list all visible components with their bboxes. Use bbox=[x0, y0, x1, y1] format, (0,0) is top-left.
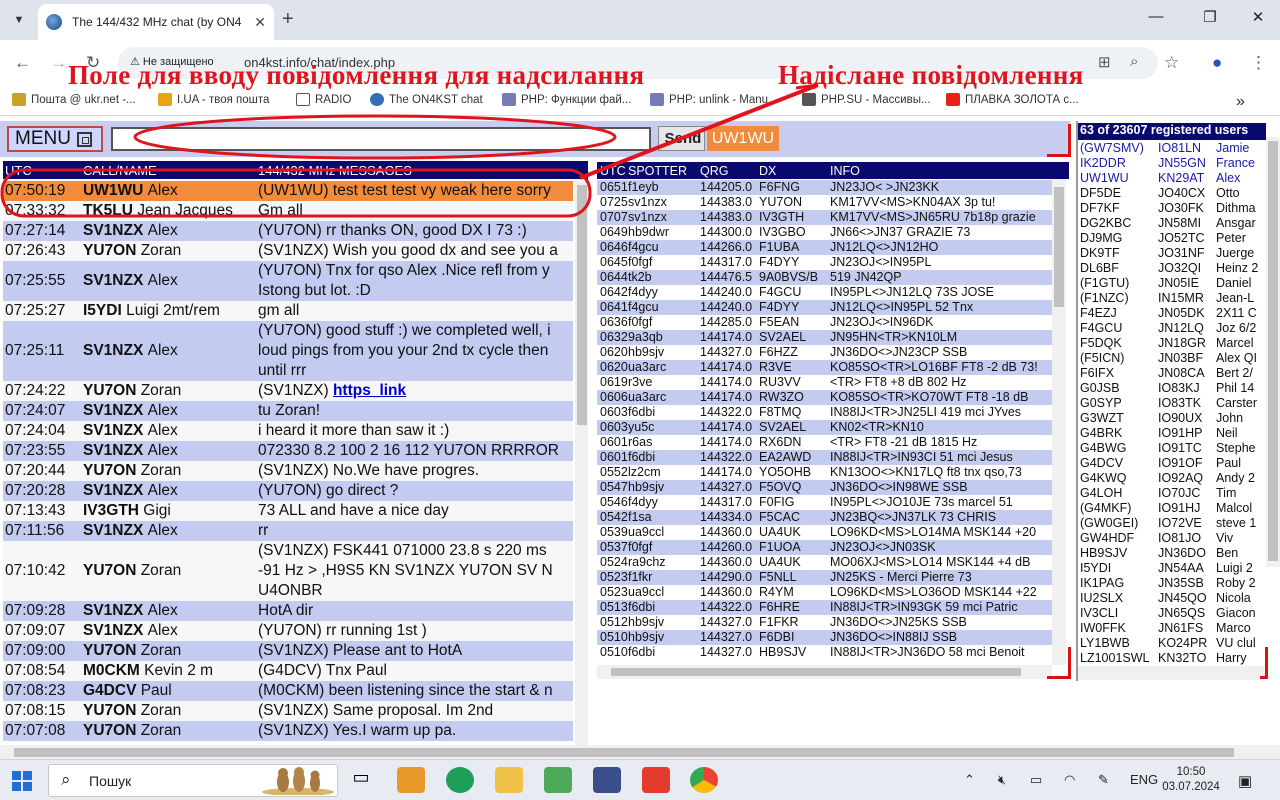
task-view-icon[interactable]: ▭ bbox=[347, 767, 375, 793]
meerkats-illustration-icon bbox=[262, 767, 334, 795]
input-caption: Поле для вводу повідомлення для надсилан… bbox=[68, 60, 645, 90]
sent-caption: Надіслане повідомлення bbox=[778, 60, 1084, 90]
wifi-icon[interactable]: ◠ bbox=[1064, 772, 1075, 788]
clock-date: 03.07.2024 bbox=[1162, 781, 1220, 793]
app-green-icon[interactable] bbox=[446, 767, 474, 793]
annotation-overlay bbox=[0, 83, 819, 218]
screen: { "browser": { "tab_title": "The 144/432… bbox=[0, 0, 1280, 800]
arrow-line bbox=[579, 83, 819, 180]
tray-chevron-icon[interactable]: ⌃ bbox=[964, 772, 975, 788]
app-orange-icon[interactable] bbox=[397, 767, 425, 793]
battery-icon[interactable]: ▭ bbox=[1030, 772, 1042, 788]
save-icon[interactable] bbox=[593, 767, 621, 793]
file-explorer-icon[interactable] bbox=[495, 767, 523, 793]
volume-muted-icon[interactable]: 🔇︎ bbox=[998, 772, 1006, 788]
app-chart-icon[interactable] bbox=[544, 767, 572, 793]
clock-time: 10:50 bbox=[1176, 766, 1206, 778]
sent-message-highlight bbox=[0, 168, 592, 218]
search-placeholder: Пошук bbox=[89, 773, 132, 789]
notifications-icon[interactable]: ▣ bbox=[1238, 772, 1252, 790]
windows-start-icon[interactable] bbox=[12, 771, 32, 791]
language-indicator[interactable]: ENG bbox=[1130, 772, 1158, 787]
input-highlight-ellipse bbox=[133, 114, 617, 160]
chrome-icon[interactable] bbox=[690, 767, 718, 793]
windows-taskbar: ⌕ Пошук ▭ ⌃ 🔇︎ ▭ ◠ ✎ ENG 10:50 03.07.202… bbox=[0, 759, 1280, 800]
search-icon: ⌕ bbox=[61, 770, 71, 789]
pdf-icon[interactable] bbox=[642, 767, 670, 793]
taskbar-search[interactable]: ⌕ Пошук bbox=[48, 764, 338, 797]
pen-icon[interactable]: ✎ bbox=[1098, 772, 1109, 788]
system-clock[interactable]: 10:50 03.07.2024 bbox=[1160, 765, 1222, 795]
